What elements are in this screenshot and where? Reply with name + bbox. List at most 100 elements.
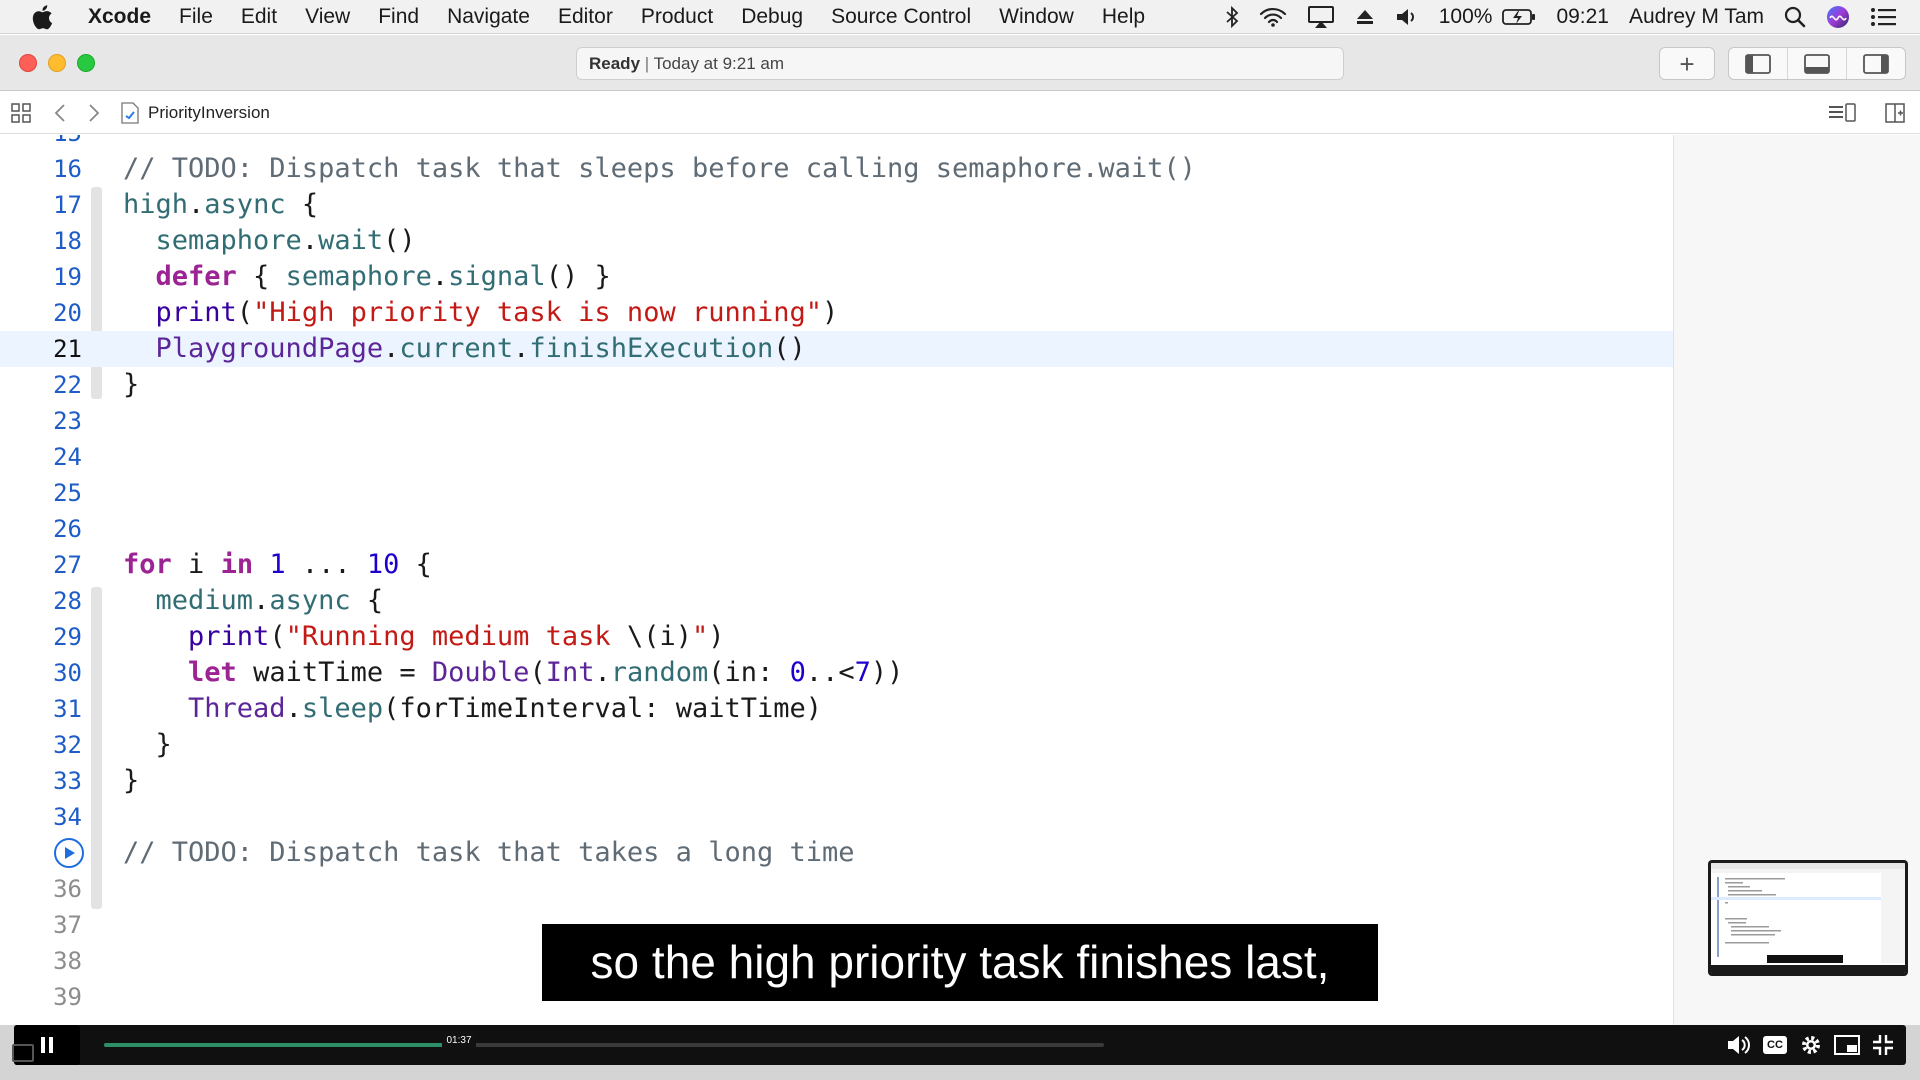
line-number: 17 [53, 191, 82, 219]
code-line: 23 [0, 403, 1673, 439]
spotlight-search-icon[interactable] [1774, 0, 1816, 34]
picture-in-picture-icon[interactable] [1833, 1031, 1861, 1059]
line-number: 15 [0, 135, 82, 151]
progress-fill [104, 1043, 459, 1047]
code-text: } [123, 369, 140, 400]
code-text: Thread.sleep(forTimeInterval: waitTime) [188, 693, 823, 724]
line-number: 27 [53, 551, 82, 579]
code-line: 29 print("Running medium task \(i)") [0, 619, 1673, 655]
video-caption: so the high priority task finishes last, [542, 924, 1378, 1001]
code-line: 22 } [0, 367, 1673, 403]
volume-icon[interactable] [1385, 0, 1429, 34]
notification-center-icon[interactable] [1860, 0, 1920, 34]
line-number: 26 [53, 515, 82, 543]
code-line: 30 let waitTime = Double(Int.random(in: … [0, 655, 1673, 691]
line-number: 38 [53, 947, 82, 975]
line-number: 29 [53, 623, 82, 651]
panel-toggle-group [1728, 47, 1906, 80]
run-playground-play-icon[interactable] [54, 838, 84, 868]
debug-area-icon [1804, 53, 1830, 74]
siri-icon[interactable] [1816, 0, 1860, 34]
bluetooth-icon[interactable] [1215, 0, 1249, 34]
code-text: defer { semaphore.signal() } [155, 261, 611, 292]
battery-percent: 100% [1438, 5, 1493, 28]
code-line: 36 [0, 871, 1673, 907]
line-number: 36 [53, 875, 82, 903]
toggle-inspector-button[interactable] [1847, 48, 1905, 79]
menubar-clock[interactable]: 09:21 [1546, 0, 1619, 34]
current-code-line: 21 PlaygroundPage.current.finishExecutio… [0, 331, 1673, 367]
settings-gear-icon[interactable] [1797, 1031, 1825, 1059]
library-add-button[interactable]: + [1659, 47, 1715, 80]
back-chevron-icon[interactable] [52, 101, 68, 125]
video-thumbnail-preview[interactable] [1708, 860, 1908, 976]
editor-options-icon[interactable] [1828, 101, 1856, 125]
menu-view[interactable]: View [291, 0, 364, 34]
code-line: 34 [0, 799, 1673, 835]
code-line: 17 high.async { [0, 187, 1673, 223]
code-line: 15 [0, 135, 1673, 151]
menu-navigate[interactable]: Navigate [433, 0, 544, 34]
closed-captions-button[interactable]: CC [1761, 1031, 1789, 1059]
line-number: 37 [53, 911, 82, 939]
line-number: 39 [53, 983, 82, 1011]
menu-help[interactable]: Help [1088, 0, 1159, 34]
menu-app-xcode[interactable]: Xcode [82, 0, 165, 34]
plus-icon: + [1679, 48, 1695, 79]
eject-icon[interactable] [1345, 0, 1385, 34]
line-number: 24 [53, 443, 82, 471]
line-number: 33 [53, 767, 82, 795]
code-line: 24 [0, 439, 1673, 475]
code-line: 26 [0, 511, 1673, 547]
code-line: 28 medium.async { [0, 583, 1673, 619]
menu-edit[interactable]: Edit [227, 0, 291, 34]
menubar-user-name[interactable]: Audrey M Tam [1619, 0, 1774, 34]
activity-separator: | [640, 54, 654, 73]
window-zoom-button[interactable] [77, 54, 95, 72]
menu-editor[interactable]: Editor [544, 0, 627, 34]
code-text: print("Running medium task \(i)") [188, 621, 725, 652]
line-number: 20 [53, 299, 82, 327]
code-line: 25 [0, 475, 1673, 511]
code-line: 27 for i in 1 ... 10 { [0, 547, 1673, 583]
line-number: 31 [53, 695, 82, 723]
code-line: 32 } [0, 727, 1673, 763]
source-editor[interactable]: 15 16 // TODO: Dispatch task that sleeps… [0, 135, 1673, 1025]
volume-control-icon[interactable] [1725, 1031, 1753, 1059]
line-number: 19 [53, 263, 82, 291]
line-number: 23 [53, 407, 82, 435]
toggle-debug-area-button[interactable] [1788, 48, 1847, 79]
jumpbar-file-name[interactable]: PriorityInversion [148, 92, 270, 134]
line-number: 18 [53, 227, 82, 255]
toggle-navigator-button[interactable] [1729, 48, 1788, 79]
code-line: 19 defer { semaphore.signal() } [0, 259, 1673, 295]
monitor-icon [12, 1044, 34, 1062]
menu-file[interactable]: File [165, 0, 227, 34]
jump-bar: PriorityInversion [0, 92, 1920, 134]
add-editor-icon[interactable] [1884, 101, 1906, 125]
menu-bar: Xcode File Edit View Find Navigate Edito… [0, 0, 1920, 34]
menu-debug[interactable]: Debug [727, 0, 817, 34]
menu-source-control[interactable]: Source Control [817, 0, 985, 34]
code-text: PlaygroundPage.current.finishExecution() [155, 333, 806, 364]
cc-icon: CC [1763, 1036, 1787, 1054]
related-items-grid-icon[interactable] [10, 101, 32, 125]
menu-product[interactable]: Product [627, 0, 727, 34]
battery-icon[interactable] [1502, 0, 1546, 34]
exit-fullscreen-icon[interactable] [1869, 1031, 1897, 1059]
code-line: 31 Thread.sleep(forTimeInterval: waitTim… [0, 691, 1673, 727]
menu-window[interactable]: Window [985, 0, 1088, 34]
apple-logo-icon[interactable] [28, 3, 56, 31]
window-close-button[interactable] [19, 54, 37, 72]
pause-icon [41, 1037, 53, 1053]
code-line: // TODO: Dispatch task that takes a long… [0, 835, 1673, 871]
window-minimize-button[interactable] [48, 54, 66, 72]
airplay-icon[interactable] [1297, 0, 1345, 34]
forward-chevron-icon[interactable] [86, 101, 102, 125]
code-text: semaphore.wait() [155, 225, 416, 256]
status-menu-area: 100% 09:21 Audrey M Tam [1215, 0, 1920, 34]
code-line: 33 } [0, 763, 1673, 799]
menu-find[interactable]: Find [364, 0, 433, 34]
progress-track[interactable]: 01:37 [104, 1032, 1104, 1050]
wifi-icon[interactable] [1249, 0, 1297, 34]
